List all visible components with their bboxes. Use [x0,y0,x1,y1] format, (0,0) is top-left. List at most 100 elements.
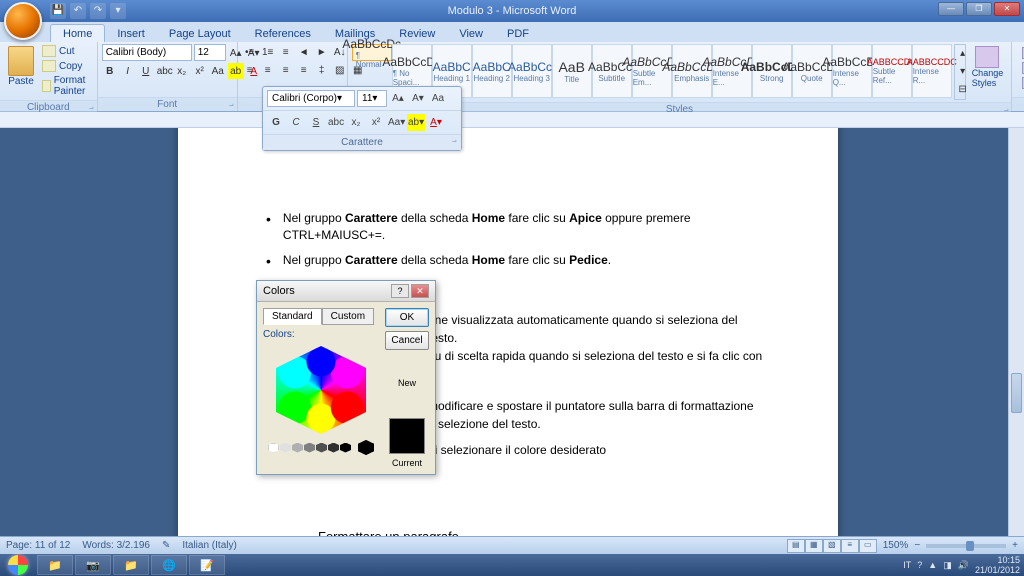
mini-grow-font[interactable]: A▴ [389,90,407,107]
mini-highlight[interactable]: ab▾ [407,114,425,131]
grayscale-row[interactable] [263,440,379,455]
superscript-button[interactable]: x² [192,63,208,79]
mini-superscript[interactable]: x² [367,114,385,131]
replace-button[interactable]: Replace [1020,61,1024,75]
underline-button[interactable]: U [138,63,154,79]
status-page[interactable]: Page: 11 of 12 [6,540,70,551]
office-button[interactable] [4,2,42,40]
close-button[interactable]: ✕ [994,2,1020,16]
mini-font-size[interactable]: 11 ▾ [357,90,387,107]
restore-button[interactable]: ❐ [966,2,992,16]
style-item[interactable]: AaBbCcIHeading 3 [512,44,552,98]
format-painter-button[interactable]: Format Painter [40,74,93,98]
tab-pdf[interactable]: PDF [495,25,541,42]
view-draft-icon[interactable]: ▭ [859,539,877,553]
status-words[interactable]: Words: 3/2.196 [82,540,150,551]
view-print-layout-icon[interactable]: ▤ [787,539,805,553]
find-button[interactable]: Find▾ [1020,46,1024,60]
view-outline-icon[interactable]: ≡ [841,539,859,553]
status-language[interactable]: Italian (Italy) [182,540,236,551]
paste-button[interactable]: Paste [4,44,38,89]
decrease-indent-button[interactable]: ◄ [296,44,312,60]
tray-help-icon[interactable]: ? [917,560,922,570]
mini-subscript[interactable]: x₂ [347,114,365,131]
change-styles-button[interactable]: Change Styles [968,44,1008,90]
tab-insert[interactable]: Insert [105,25,157,42]
mini-underline[interactable]: S [307,114,325,131]
tray-lang[interactable]: IT [903,560,911,570]
italic-button[interactable]: I [120,63,136,79]
select-button[interactable]: Select▾ [1020,76,1024,90]
mini-strike[interactable]: abc [327,114,345,131]
qat-redo-icon[interactable]: ↷ [90,3,106,19]
numbering-button[interactable]: 1≡ [260,44,276,60]
line-spacing-button[interactable]: ‡ [314,62,330,78]
status-proofing-icon[interactable]: ✎ [162,540,170,551]
style-item[interactable]: AABBCCDCIntense R... [912,44,952,98]
style-item[interactable]: AaBbCcISubtitle [592,44,632,98]
copy-button[interactable]: Copy [40,59,93,73]
dialog-close-button[interactable]: ✕ [411,284,429,298]
tab-references[interactable]: References [243,25,323,42]
zoom-in-button[interactable]: + [1012,540,1018,551]
zoom-out-button[interactable]: − [914,540,920,551]
qat-more-icon[interactable]: ▾ [110,3,126,19]
taskbar-item[interactable]: 📝 [189,555,225,575]
zoom-slider[interactable] [926,544,1006,548]
tray-volume-icon[interactable]: 🔊 [958,560,969,571]
taskbar-item[interactable]: 📁 [37,555,73,575]
align-right-button[interactable]: ≡ [278,62,294,78]
tab-home[interactable]: Home [50,24,105,42]
zoom-level[interactable]: 150% [883,540,909,551]
horizontal-ruler[interactable] [0,112,1024,128]
cut-button[interactable]: Cut [40,44,93,58]
mini-bold[interactable]: G [267,114,285,131]
subscript-button[interactable]: x₂ [174,63,190,79]
font-family-select[interactable]: Calibri (Body) [102,44,192,61]
minimize-button[interactable]: — [938,2,964,16]
qat-save-icon[interactable]: 💾 [50,3,66,19]
change-case-button[interactable]: Aa [210,63,226,79]
taskbar-item[interactable]: 🌐 [151,555,187,575]
dialog-ok-button[interactable]: OK [385,308,429,327]
dialog-help-button[interactable]: ? [391,284,409,298]
taskbar-item[interactable]: 📁 [113,555,149,575]
mini-clear-format[interactable]: Aa [429,90,447,107]
align-left-button[interactable]: ≡ [242,62,258,78]
tray-clock[interactable]: 10:15 21/01/2012 [975,555,1020,575]
mini-font-family[interactable]: Calibri (Corpo) ▾ [267,90,355,107]
tray-network-icon[interactable]: ◨ [943,560,952,571]
shading-button[interactable]: ▨ [332,62,348,78]
tab-page-layout[interactable]: Page Layout [157,25,243,42]
start-button[interactable] [0,554,36,576]
tray-icon[interactable]: ▲ [928,560,937,570]
mini-case[interactable]: Aa▾ [387,114,405,131]
mini-font-color[interactable]: A▾ [427,114,445,131]
justify-button[interactable]: ≡ [296,62,312,78]
mini-italic[interactable]: C [287,114,305,131]
dialog-tab-custom[interactable]: Custom [322,308,374,325]
mini-shrink-font[interactable]: A▾ [409,90,427,107]
multilevel-button[interactable]: ≡ [278,44,294,60]
style-item[interactable]: AABBCCDCSubtle Ref... [872,44,912,98]
tab-view[interactable]: View [447,25,495,42]
style-item[interactable]: AaBTitle [552,44,592,98]
dialog-tab-standard[interactable]: Standard [263,308,322,325]
color-hexagon-picker[interactable] [271,346,371,434]
view-full-screen-icon[interactable]: ▦ [805,539,823,553]
strike-button[interactable]: abc [156,63,172,79]
taskbar-item[interactable]: 📷 [75,555,111,575]
style-item[interactable]: AaBbCHeading 2 [472,44,512,98]
view-web-icon[interactable]: ▧ [823,539,841,553]
increase-indent-button[interactable]: ► [314,44,330,60]
align-center-button[interactable]: ≡ [260,62,276,78]
style-item[interactable]: AaBbCcDcIntense Q... [832,44,872,98]
qat-undo-icon[interactable]: ↶ [70,3,86,19]
bullets-button[interactable]: •≡ [242,44,258,60]
style-item[interactable]: AaBbCcDcEmphasis [672,44,712,98]
style-item[interactable]: AaBbCcDcQuote [792,44,832,98]
dialog-cancel-button[interactable]: Cancel [385,331,429,350]
font-size-select[interactable]: 12 [194,44,226,61]
bold-button[interactable]: B [102,63,118,79]
vertical-scrollbar[interactable] [1008,128,1024,536]
